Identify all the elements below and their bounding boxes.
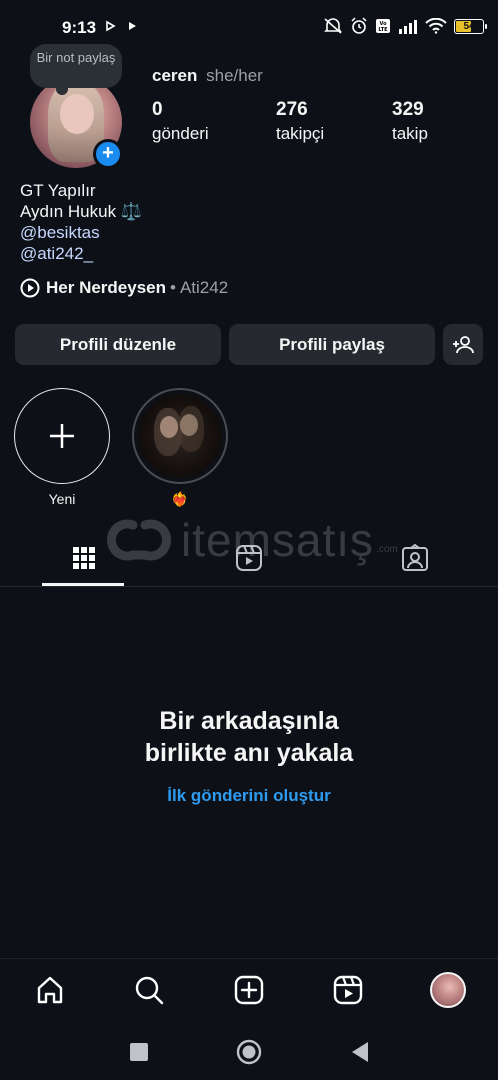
bio-line-1: GT Yapılır bbox=[20, 181, 96, 200]
status-time: 9:13 bbox=[62, 18, 97, 37]
status-right-icons: Vo LTE 54 bbox=[323, 17, 487, 35]
signal-icon bbox=[399, 19, 417, 34]
system-recents-button[interactable] bbox=[124, 1037, 154, 1067]
bio-mention-besiktas[interactable]: @besiktas bbox=[20, 222, 142, 243]
share-profile-button[interactable]: Profili paylaş bbox=[229, 324, 435, 365]
highlight-new[interactable]: Yeni bbox=[14, 388, 110, 507]
tagged-icon bbox=[401, 544, 428, 571]
stat-following[interactable]: 329 takip bbox=[392, 99, 428, 144]
bottom-nav-divider bbox=[0, 958, 498, 959]
highlight-story-ring[interactable] bbox=[132, 388, 228, 484]
music-separator: • bbox=[170, 278, 176, 297]
nav-search[interactable] bbox=[119, 960, 179, 1020]
empty-state-title: Bir arkadaşınla birlikte anı yakala bbox=[0, 705, 498, 769]
empty-title-line-1: Bir arkadaşınla bbox=[159, 707, 339, 735]
home-icon bbox=[37, 976, 63, 1004]
plus-icon bbox=[50, 424, 74, 448]
stat-following-count: 329 bbox=[392, 99, 424, 120]
username-row: ceren she/her bbox=[152, 66, 263, 86]
tabs-divider bbox=[0, 586, 498, 587]
stat-followers-count: 276 bbox=[276, 99, 308, 120]
nav-profile[interactable] bbox=[418, 960, 478, 1020]
system-back-button[interactable] bbox=[345, 1037, 375, 1067]
edit-profile-button[interactable]: Profili düzenle bbox=[15, 324, 221, 365]
stat-followers[interactable]: 276 takipçi bbox=[276, 99, 324, 144]
tab-reels[interactable] bbox=[207, 530, 290, 586]
stat-followers-label: takipçi bbox=[276, 124, 325, 143]
play-notification-icon-2 bbox=[129, 22, 136, 30]
profile-music[interactable]: Her Nerdeysen • Ati242 bbox=[20, 278, 228, 298]
tab-grid[interactable] bbox=[42, 530, 125, 586]
add-story-button[interactable]: + bbox=[93, 139, 123, 169]
new-highlight-circle[interactable] bbox=[14, 388, 110, 484]
create-first-post-link[interactable]: İlk gönderini oluştur bbox=[0, 786, 498, 806]
highlight-story-image bbox=[138, 394, 222, 478]
pronouns: she/her bbox=[206, 66, 263, 85]
empty-title-line-2: birlikte anı yakala bbox=[144, 739, 354, 767]
bottom-nav bbox=[0, 960, 498, 1020]
tab-tagged[interactable] bbox=[373, 530, 456, 586]
reels-icon bbox=[235, 545, 262, 571]
plus-icon: + bbox=[96, 142, 120, 166]
nav-profile-avatar bbox=[430, 972, 466, 1008]
stat-following-label: takip bbox=[392, 124, 428, 143]
music-title: Her Nerdeysen bbox=[46, 278, 167, 297]
nav-home[interactable] bbox=[20, 960, 80, 1020]
battery-level: 54 bbox=[463, 20, 475, 32]
play-notification-icon bbox=[106, 20, 116, 32]
system-home-button[interactable] bbox=[234, 1037, 264, 1067]
status-notification-icons bbox=[104, 20, 138, 32]
grid-icon bbox=[72, 547, 95, 569]
music-artist: Ati242 bbox=[179, 278, 229, 297]
add-person-icon bbox=[453, 335, 474, 353]
discover-people-button[interactable] bbox=[443, 324, 483, 365]
bio: GT Yapılır Aydın Hukuk ⚖️ @besiktas @ati… bbox=[20, 180, 142, 264]
bio-mention-ati242[interactable]: @ati242_ bbox=[20, 243, 142, 264]
search-icon bbox=[135, 976, 164, 1005]
stat-posts-count: 0 bbox=[152, 99, 163, 120]
alarm-icon bbox=[351, 17, 367, 34]
nav-reels[interactable] bbox=[318, 960, 378, 1020]
circle-icon bbox=[236, 1039, 262, 1065]
highlight-story-label: ❤️‍🔥 bbox=[171, 491, 189, 507]
nav-create[interactable] bbox=[219, 960, 279, 1020]
volte-icon: Vo LTE bbox=[376, 19, 390, 33]
profile-tabs bbox=[0, 530, 498, 588]
create-icon bbox=[234, 975, 264, 1005]
battery-icon: 54 bbox=[454, 18, 487, 34]
square-icon bbox=[130, 1043, 148, 1061]
stat-posts-label: gönderi bbox=[152, 124, 209, 143]
svg-text:LTE: LTE bbox=[378, 27, 388, 33]
username: ceren bbox=[152, 66, 198, 85]
back-triangle-icon bbox=[352, 1042, 368, 1062]
stat-posts[interactable]: 0 gönderi bbox=[152, 99, 209, 144]
note-bubble[interactable]: Bir not paylaş bbox=[30, 44, 122, 95]
mute-icon bbox=[324, 18, 342, 34]
system-nav-bar bbox=[0, 1022, 498, 1080]
wifi-icon bbox=[425, 18, 447, 34]
highlight-story[interactable]: ❤️‍🔥 bbox=[132, 388, 228, 508]
bio-line-2: Aydın Hukuk ⚖️ bbox=[20, 202, 142, 221]
reels-icon bbox=[333, 975, 363, 1005]
highlight-new-label: Yeni bbox=[48, 491, 76, 507]
play-circle-icon bbox=[20, 278, 40, 298]
